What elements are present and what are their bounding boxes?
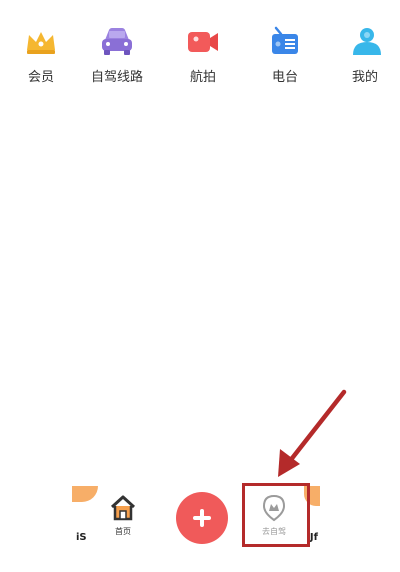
nav-item-self-drive-route[interactable]: 自驾线路 bbox=[79, 26, 155, 96]
person-icon bbox=[353, 28, 381, 55]
home-icon bbox=[110, 495, 136, 521]
tab-home-label: 首页 bbox=[115, 527, 131, 536]
tab-home[interactable]: 首页 bbox=[97, 492, 149, 540]
top-navigation: 会员 自驾线路 航拍 电台 我的 bbox=[0, 0, 400, 96]
bar-right-fragment: Jf bbox=[309, 532, 318, 543]
camera-icon bbox=[188, 32, 218, 52]
annotation-highlight-box bbox=[242, 483, 310, 547]
nav-label-mine: 我的 bbox=[351, 70, 378, 85]
nav-label-member: 会员 bbox=[27, 70, 54, 85]
nav-label-self-drive-route: 自驾线路 bbox=[90, 70, 143, 85]
radio-icon bbox=[272, 26, 298, 54]
nav-label-aerial: 航拍 bbox=[189, 70, 216, 85]
nav-item-member[interactable]: 会员 bbox=[3, 26, 79, 96]
plus-icon-vertical bbox=[200, 509, 204, 527]
nav-item-radio[interactable]: 电台 bbox=[247, 26, 323, 96]
nav-item-mine[interactable]: 我的 bbox=[327, 26, 400, 96]
add-button[interactable] bbox=[176, 492, 228, 544]
crown-icon bbox=[27, 32, 55, 54]
bar-decoration-left bbox=[72, 486, 98, 502]
nav-label-radio: 电台 bbox=[271, 70, 298, 85]
bar-left-fragment: iS bbox=[76, 532, 87, 543]
nav-item-aerial[interactable]: 航拍 bbox=[165, 26, 241, 96]
car-icon bbox=[102, 28, 132, 55]
